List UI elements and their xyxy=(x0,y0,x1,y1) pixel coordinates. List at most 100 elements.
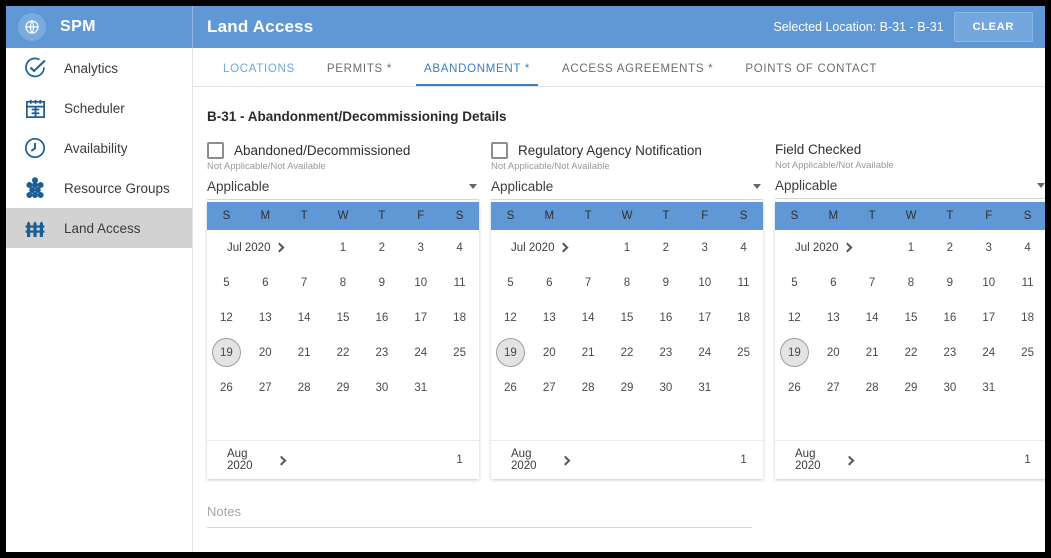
calendar-day-cell[interactable]: 24 xyxy=(401,335,440,370)
calendar-day-cell[interactable]: 22 xyxy=(608,335,647,370)
calendar-day-cell[interactable]: 17 xyxy=(685,300,724,335)
calendar-day-cell[interactable]: 5 xyxy=(207,265,246,300)
calendar-day-cell[interactable]: 28 xyxy=(285,370,324,405)
calendar-day-cell[interactable]: 19 xyxy=(207,335,246,370)
calendar-day-cell[interactable]: 4 xyxy=(440,230,479,265)
calendar-day-cell[interactable]: 25 xyxy=(1008,335,1045,370)
calendar-day-cell[interactable]: 6 xyxy=(814,265,853,300)
calendar-day-cell[interactable]: 21 xyxy=(285,335,324,370)
calendar-day-cell[interactable]: 24 xyxy=(685,335,724,370)
calendar-month-label[interactable]: Jul 2020 xyxy=(491,242,569,254)
calendar-day-cell[interactable]: 2 xyxy=(362,230,401,265)
calendar-day-cell[interactable]: 11 xyxy=(1008,265,1045,300)
calendar-day-cell[interactable]: 26 xyxy=(491,370,530,405)
calendar-day-cell[interactable]: 20 xyxy=(814,335,853,370)
sidebar-item-scheduler[interactable]: Scheduler xyxy=(6,88,192,128)
calendar-day-cell[interactable]: 12 xyxy=(491,300,530,335)
tab-access-agreements[interactable]: ACCESS AGREEMENTS * xyxy=(546,63,729,86)
applicability-select[interactable]: Applicable xyxy=(775,178,1045,199)
calendar-day-cell[interactable]: 23 xyxy=(646,335,685,370)
calendar-day-cell[interactable]: 24 xyxy=(969,335,1008,370)
calendar-day-cell[interactable]: 30 xyxy=(362,370,401,405)
calendar-day-cell[interactable]: 1 xyxy=(892,230,931,265)
calendar-day-cell[interactable]: 2 xyxy=(930,230,969,265)
calendar-day-cell[interactable]: 17 xyxy=(969,300,1008,335)
calendar-day-cell[interactable]: 27 xyxy=(814,370,853,405)
calendar-day-cell[interactable]: 14 xyxy=(569,300,608,335)
calendar-day-cell[interactable]: 19 xyxy=(491,335,530,370)
calendar-month-label[interactable]: Jul 2020 xyxy=(775,242,853,254)
calendar-day-cell[interactable]: 17 xyxy=(401,300,440,335)
calendar-day-cell[interactable]: 1 xyxy=(440,441,479,479)
calendar-day-cell[interactable]: 29 xyxy=(324,370,363,405)
calendar-day-cell[interactable]: 12 xyxy=(207,300,246,335)
sidebar-item-resource-groups[interactable]: Resource Groups xyxy=(6,168,192,208)
calendar-next-month-label[interactable]: Aug 2020 xyxy=(491,441,571,479)
calendar-day-cell[interactable]: 20 xyxy=(530,335,569,370)
calendar-day-cell[interactable]: 28 xyxy=(569,370,608,405)
calendar-day-cell[interactable]: 31 xyxy=(685,370,724,405)
sidebar-item-land-access[interactable]: Land Access xyxy=(6,208,192,248)
calendar-day-cell[interactable]: 11 xyxy=(724,265,763,300)
calendar-day-cell[interactable]: 5 xyxy=(491,265,530,300)
calendar-day-cell[interactable]: 18 xyxy=(440,300,479,335)
calendar-day-cell[interactable]: 6 xyxy=(246,265,285,300)
calendar-day-cell[interactable]: 27 xyxy=(530,370,569,405)
calendar-day-cell[interactable]: 7 xyxy=(853,265,892,300)
calendar-day-cell[interactable]: 8 xyxy=(324,265,363,300)
calendar-day-cell[interactable]: 11 xyxy=(440,265,479,300)
calendar-day-cell[interactable]: 29 xyxy=(892,370,931,405)
calendar-day-cell[interactable]: 23 xyxy=(930,335,969,370)
calendar-day-cell[interactable]: 28 xyxy=(853,370,892,405)
calendar-day-cell[interactable]: 9 xyxy=(362,265,401,300)
calendar-day-cell[interactable]: 29 xyxy=(608,370,647,405)
calendar-day-cell[interactable]: 31 xyxy=(401,370,440,405)
calendar-day-cell[interactable]: 18 xyxy=(1008,300,1045,335)
calendar-day-cell[interactable]: 12 xyxy=(775,300,814,335)
calendar-day-cell[interactable]: 9 xyxy=(646,265,685,300)
calendar-day-cell[interactable]: 31 xyxy=(969,370,1008,405)
calendar-day-cell[interactable]: 10 xyxy=(685,265,724,300)
calendar-day-cell[interactable]: 4 xyxy=(1008,230,1045,265)
calendar-day-cell[interactable]: 16 xyxy=(646,300,685,335)
calendar-day-cell[interactable]: 30 xyxy=(646,370,685,405)
calendar-day-cell[interactable]: 26 xyxy=(775,370,814,405)
regulatory-agency-notification-checkbox[interactable] xyxy=(491,142,508,159)
clear-button[interactable]: CLEAR xyxy=(953,12,1033,42)
calendar-day-cell[interactable]: 10 xyxy=(401,265,440,300)
calendar-day-cell[interactable]: 16 xyxy=(362,300,401,335)
calendar-day-cell[interactable]: 3 xyxy=(969,230,1008,265)
calendar-day-cell[interactable]: 16 xyxy=(930,300,969,335)
tab-abandonment[interactable]: ABANDONMENT * xyxy=(408,63,546,86)
calendar-day-cell[interactable]: 7 xyxy=(569,265,608,300)
notes-field[interactable]: Notes xyxy=(207,503,752,528)
calendar-month-label[interactable]: Jul 2020 xyxy=(207,242,285,254)
calendar-day-cell[interactable]: 27 xyxy=(246,370,285,405)
calendar-day-cell[interactable]: 30 xyxy=(930,370,969,405)
applicability-select[interactable]: Applicable xyxy=(207,179,479,200)
calendar-day-cell[interactable]: 13 xyxy=(814,300,853,335)
globe-icon[interactable] xyxy=(18,13,46,41)
calendar-day-cell[interactable]: 14 xyxy=(285,300,324,335)
sidebar-item-analytics[interactable]: Analytics xyxy=(6,48,192,88)
calendar-day-cell[interactable]: 3 xyxy=(685,230,724,265)
calendar-day-cell[interactable]: 4 xyxy=(724,230,763,265)
calendar-day-cell[interactable]: 15 xyxy=(608,300,647,335)
calendar-day-cell[interactable]: 22 xyxy=(892,335,931,370)
calendar-day-cell[interactable]: 20 xyxy=(246,335,285,370)
calendar-day-cell[interactable]: 13 xyxy=(530,300,569,335)
calendar-day-cell[interactable]: 19 xyxy=(775,335,814,370)
calendar-day-cell[interactable]: 1 xyxy=(724,441,763,479)
calendar-day-cell[interactable]: 18 xyxy=(724,300,763,335)
sidebar-item-availability[interactable]: Availability xyxy=(6,128,192,168)
calendar-day-cell[interactable]: 10 xyxy=(969,265,1008,300)
calendar-day-cell[interactable]: 23 xyxy=(362,335,401,370)
tab-locations[interactable]: LOCATIONS xyxy=(207,63,311,86)
calendar-day-cell[interactable]: 15 xyxy=(892,300,931,335)
calendar-day-cell[interactable]: 1 xyxy=(324,230,363,265)
calendar-next-month-label[interactable]: Aug 2020 xyxy=(207,441,287,479)
calendar-day-cell[interactable]: 14 xyxy=(853,300,892,335)
calendar-day-cell[interactable]: 3 xyxy=(401,230,440,265)
calendar-day-cell[interactable]: 15 xyxy=(324,300,363,335)
calendar-day-cell[interactable]: 8 xyxy=(892,265,931,300)
